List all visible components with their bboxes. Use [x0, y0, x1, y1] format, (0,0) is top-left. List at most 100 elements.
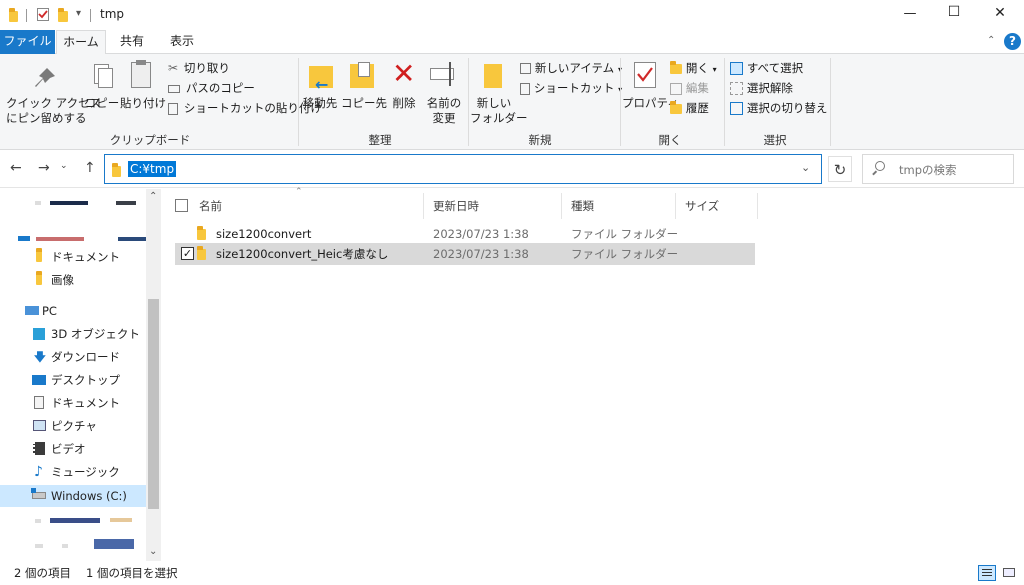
refresh-button[interactable]: ↻: [828, 156, 852, 182]
select-all-checkbox[interactable]: [175, 199, 188, 212]
new-folder-button[interactable]: 新しい フォルダー: [470, 60, 528, 130]
column-divider[interactable]: [757, 193, 758, 219]
details-view-button[interactable]: [978, 565, 996, 581]
invert-selection-button[interactable]: 選択の切り替え: [730, 100, 827, 116]
address-box[interactable]: C:¥tmp ⌄: [104, 154, 822, 184]
properties-icon: [634, 62, 656, 88]
file-name: size1200convert_Heic考慮なし: [216, 247, 389, 261]
rename-button[interactable]: 名前の 変更: [424, 60, 464, 130]
row-checkbox[interactable]: ✓: [181, 247, 194, 260]
select-none-icon: [730, 82, 743, 95]
nav-item-pictures[interactable]: ピクチャ: [0, 415, 146, 437]
group-label-organize: 整理: [368, 133, 392, 147]
redacted-item: [35, 519, 41, 523]
address-dropdown[interactable]: ⌄: [801, 161, 810, 174]
maximize-button[interactable]: ☐: [942, 4, 966, 20]
move-to-button[interactable]: ← 移動先: [302, 60, 338, 130]
cut-button[interactable]: ✂ 切り取り: [168, 60, 230, 76]
select-all-button[interactable]: すべて選択: [730, 60, 803, 76]
nav-item-windows-c[interactable]: Windows (C:): [0, 485, 146, 507]
search-placeholder: tmpの検索: [899, 163, 957, 177]
copy-to-button[interactable]: コピー先: [341, 60, 387, 130]
nav-item-pc[interactable]: PC: [0, 300, 146, 322]
column-divider[interactable]: [675, 193, 676, 219]
new-folder-icon: [484, 64, 502, 88]
new-folder-icon[interactable]: [58, 8, 68, 22]
tab-home[interactable]: ホーム: [56, 30, 106, 55]
file-row-0[interactable]: size1200convert 2023/07/23 1:38 ファイル フォル…: [175, 223, 755, 245]
scissors-icon: ✂: [168, 61, 179, 75]
drive-icon: [32, 492, 46, 499]
properties-button[interactable]: プロパティ: [622, 60, 679, 130]
scroll-down-arrow[interactable]: ⌄: [149, 546, 157, 557]
up-button[interactable]: ↑: [84, 160, 96, 176]
tab-share[interactable]: 共有: [110, 30, 154, 54]
column-header-type[interactable]: 種類: [571, 193, 671, 219]
easy-access-button[interactable]: ショートカット ▾: [520, 80, 622, 96]
column-header-modified[interactable]: 更新日時: [433, 193, 553, 219]
qat-separator: [90, 9, 91, 22]
column-divider[interactable]: [423, 193, 424, 219]
edit-button[interactable]: 編集: [670, 80, 709, 96]
nav-item-desktop[interactable]: デスクトップ: [0, 369, 146, 391]
column-header-name[interactable]: 名前: [199, 193, 421, 219]
redacted-item: [18, 236, 30, 241]
back-button[interactable]: ←: [10, 160, 22, 176]
nav-item-3d-objects[interactable]: 3D オブジェクト: [0, 323, 146, 345]
folder-icon: [36, 248, 42, 262]
navigation-pane: ドキュメント 画像 PC 3D オブジェクト 🡇 ダウンロード デスクトップ ド…: [0, 189, 161, 561]
delete-button[interactable]: ✕ 削除: [388, 57, 420, 130]
tab-view[interactable]: 表示: [160, 30, 204, 54]
scroll-thumb[interactable]: [148, 299, 159, 509]
windows-logo-icon: [31, 488, 36, 493]
file-modified: 2023/07/23 1:38: [433, 227, 529, 241]
redacted-item: [35, 544, 43, 548]
redacted-item: [62, 544, 68, 548]
paste-icon: [131, 62, 151, 88]
ribbon-separator: [298, 58, 299, 146]
history-button[interactable]: 履歴: [670, 100, 709, 116]
forward-button[interactable]: →: [38, 160, 50, 176]
group-label-new: 新規: [528, 133, 552, 147]
nav-item-downloads[interactable]: 🡇 ダウンロード: [0, 346, 146, 368]
open-button[interactable]: 開く ▾: [670, 60, 717, 76]
help-icon[interactable]: ?: [1004, 33, 1021, 50]
recent-dropdown[interactable]: ⌄: [60, 161, 68, 171]
close-button[interactable]: ✕: [988, 5, 1012, 21]
nav-scrollbar[interactable]: ⌃ ⌄: [146, 189, 161, 561]
large-icons-view-button[interactable]: [1000, 565, 1018, 581]
delete-icon: ✕: [392, 57, 416, 90]
nav-item-documents-quick[interactable]: ドキュメント: [0, 246, 146, 268]
details-view-icon: [982, 569, 992, 570]
properties-icon[interactable]: [37, 8, 49, 21]
item-count: 2 個の項目: [14, 566, 71, 580]
title-bar: ▾ tmp — ☐ ✕: [0, 0, 1024, 30]
redacted-item: [36, 237, 84, 241]
tab-file[interactable]: ファイル: [0, 30, 55, 54]
paste-button[interactable]: 貼り付け: [120, 60, 166, 130]
video-icon: [33, 442, 45, 455]
large-icons-view-icon: [1003, 568, 1015, 577]
column-header-size[interactable]: サイズ: [685, 193, 745, 219]
qat-dropdown[interactable]: ▾: [76, 8, 81, 19]
minimize-button[interactable]: —: [898, 6, 922, 21]
ribbon-collapse-icon[interactable]: ⌃: [987, 35, 995, 46]
scroll-up-arrow[interactable]: ⌃: [149, 191, 157, 202]
folder-icon: [112, 163, 121, 177]
history-icon: [670, 100, 682, 114]
new-item-button[interactable]: 新しいアイテム ▾: [520, 60, 622, 76]
redacted-item: [50, 518, 100, 523]
nav-item-videos[interactable]: ビデオ: [0, 438, 146, 460]
nav-item-documents[interactable]: ドキュメント: [0, 392, 146, 414]
search-box[interactable]: tmpの検索: [862, 154, 1014, 184]
copy-path-button[interactable]: パスのコピー: [168, 80, 255, 96]
column-divider[interactable]: [561, 193, 562, 219]
nav-item-images-quick[interactable]: 画像: [0, 269, 146, 291]
file-row-1[interactable]: ✓ size1200convert_Heic考慮なし 2023/07/23 1:…: [175, 243, 755, 265]
copy-button[interactable]: コピー: [85, 60, 119, 130]
select-none-button[interactable]: 選択解除: [730, 80, 793, 96]
chevron-down-icon: ▾: [712, 65, 717, 74]
nav-item-music[interactable]: ♪ ミュージック: [0, 461, 146, 483]
pin-quick-access-button[interactable]: クイック アクセス にピン留めする: [6, 60, 101, 130]
group-label-clipboard: クリップボード: [109, 133, 191, 147]
